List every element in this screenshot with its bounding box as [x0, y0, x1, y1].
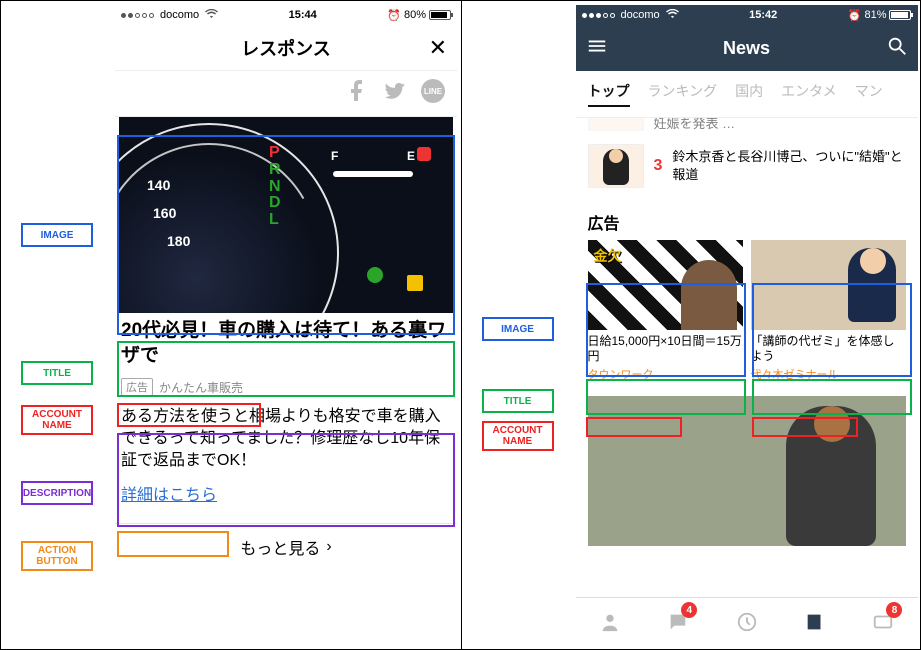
ann-title: TITLE: [21, 361, 93, 385]
alarm-icon: ⏰: [387, 9, 401, 22]
nav-bar-r: News: [576, 25, 918, 71]
carrier-label: docomo: [160, 9, 199, 21]
news-rank: 3: [654, 157, 663, 175]
menu-icon[interactable]: [586, 35, 608, 62]
search-icon[interactable]: [886, 35, 908, 62]
page-title: レスポンス: [241, 35, 331, 61]
ads-heading: 広告: [576, 196, 918, 240]
ad-image[interactable]: 140 160 180 P R N D L F E: [119, 117, 453, 313]
ad-title-1: 日給15,000円×10日間＝15万円: [588, 330, 743, 364]
tab-top[interactable]: トップ: [588, 81, 630, 107]
close-icon[interactable]: ✕: [429, 35, 447, 61]
tab-wallet[interactable]: 8: [849, 598, 917, 645]
ad-description: ある方法を使うと相場よりも格安で車を購入できるって知ってました？修理歴なし10年…: [119, 400, 453, 477]
article-hero[interactable]: [588, 396, 906, 546]
wifi-icon-r: [666, 9, 679, 22]
phone-news: docomo 15:42 ⏰ 81% News トップ: [576, 5, 918, 645]
more-button[interactable]: もっと見る ›: [115, 523, 457, 569]
status-bar-r: docomo 15:42 ⏰ 81%: [576, 5, 918, 25]
ad-action-button[interactable]: 詳細はこちら: [119, 477, 219, 509]
ann-desc: DESCRIPTION: [21, 481, 93, 505]
ad-title-2: 「講師の代ゼミ」を体感しよう: [751, 330, 906, 364]
ad-title[interactable]: 20代必見！車の購入は待て！ある裏ワザで: [119, 313, 453, 374]
ad-image-2: [751, 240, 906, 330]
news-tabs: トップ ランキング 国内 エンタメ マン: [576, 71, 918, 118]
twitter-icon[interactable]: [383, 79, 407, 108]
tab-news[interactable]: [781, 598, 849, 645]
ad-badge: 広告: [121, 378, 153, 396]
ad-slot: 140 160 180 P R N D L F E: [115, 117, 457, 509]
tab-entame[interactable]: エンタメ: [781, 81, 837, 107]
eco-icon: [367, 267, 383, 283]
ann-title-r: TITLE: [482, 389, 554, 413]
news-thumb: [588, 144, 644, 188]
ann-action: ACTION BUTTON: [21, 541, 93, 571]
status-time-r: 15:42: [749, 9, 777, 21]
wifi-icon: [205, 9, 218, 22]
ann-image-r: IMAGE: [482, 317, 554, 341]
chevron-right-icon: ›: [326, 538, 331, 556]
ad-image-1: 金欠: [588, 240, 743, 330]
tab-friends[interactable]: [576, 598, 644, 645]
line-icon[interactable]: LINE: [421, 79, 445, 103]
ann-image: IMAGE: [21, 223, 93, 247]
badge-chat: 4: [681, 602, 697, 618]
page-title-r: News: [723, 38, 770, 59]
carrier-label-r: docomo: [621, 9, 660, 21]
tab-chat[interactable]: 4: [644, 598, 712, 645]
share-row: LINE: [115, 71, 457, 117]
battery-pct: 80%: [404, 9, 426, 21]
status-bar: docomo 15:44 ⏰ 80%: [115, 5, 457, 25]
ad-card-1[interactable]: 金欠 日給15,000円×10日間＝15万円 タウンワーク: [588, 240, 743, 382]
battery-icon-r: [889, 10, 911, 20]
ad-account-2: 代々木ゼミナール: [751, 364, 906, 382]
tab-manga[interactable]: マン: [855, 81, 883, 107]
nav-bar: レスポンス ✕: [115, 25, 457, 71]
ad-card-2[interactable]: 「講師の代ゼミ」を体感しよう 代々木ゼミナール: [751, 240, 906, 382]
ann-account-r: ACCOUNT NAME: [482, 421, 554, 451]
tab-timeline[interactable]: [712, 598, 780, 645]
status-time: 15:44: [289, 9, 317, 21]
ad-account-name[interactable]: かんたん車販売: [159, 379, 243, 396]
ad-account-1: タウンワーク: [588, 364, 743, 382]
facebook-icon[interactable]: [345, 79, 369, 108]
ann-account: ACCOUNT NAME: [21, 405, 93, 435]
alarm-icon-r: ⏰: [848, 9, 862, 22]
badge-wallet: 8: [886, 602, 902, 618]
battery-pct-r: 81%: [864, 9, 886, 21]
tab-bar: 4 8: [576, 597, 918, 645]
tab-domestic[interactable]: 国内: [735, 81, 763, 107]
news-item-partial[interactable]: 妊娠を発表 …: [576, 118, 918, 136]
fuel-icon: [407, 275, 423, 291]
news-item[interactable]: 3 鈴木京香と長谷川博己、ついに"結婚"と報道: [576, 136, 918, 196]
phone-response: docomo 15:44 ⏰ 80% レスポンス ✕: [115, 5, 457, 645]
battery-icon: [429, 10, 451, 20]
news-text: 鈴木京香と長谷川博己、ついに"結婚"と報道: [672, 148, 905, 183]
tab-ranking[interactable]: ランキング: [648, 81, 718, 107]
